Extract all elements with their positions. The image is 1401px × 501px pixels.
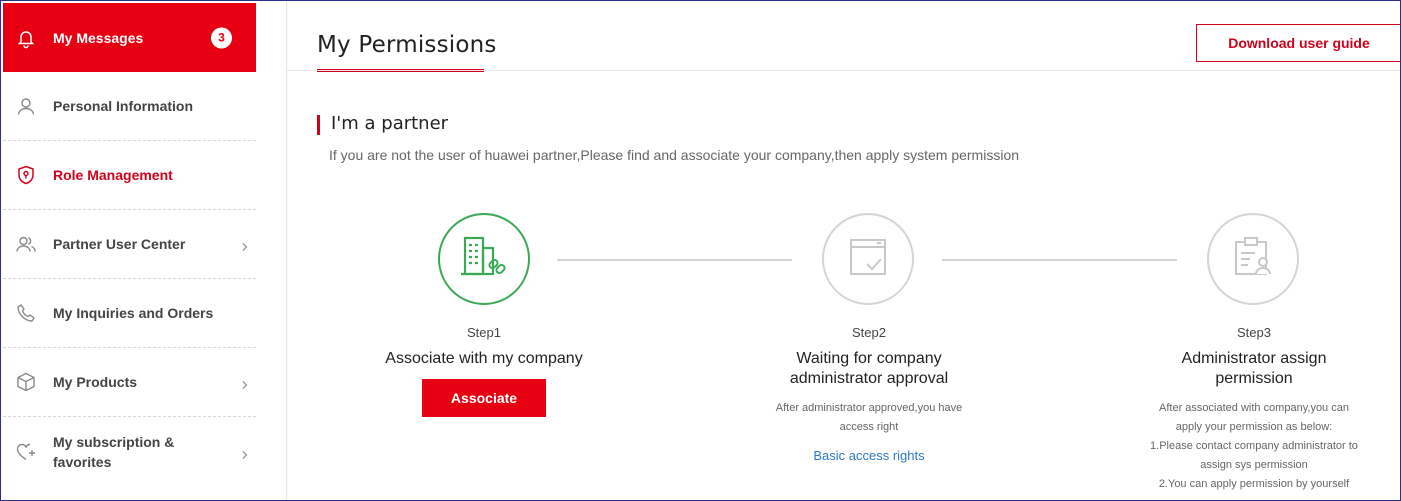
- step1-label: Step1: [467, 325, 501, 340]
- chevron-right-icon: [240, 239, 250, 251]
- step-connector: [557, 259, 792, 261]
- sidebar-item-my-products[interactable]: My Products: [3, 348, 256, 417]
- sidebar-item-label: Role Management: [53, 167, 173, 183]
- step3-note-line: After associated with company,you can: [1159, 402, 1349, 414]
- step2-title-line1: Waiting for company: [796, 350, 942, 367]
- basic-access-rights-link[interactable]: Basic access rights: [769, 448, 969, 463]
- step3-note-line: 2.You can apply permission by yourself: [1158, 478, 1350, 490]
- step2-title-line2: administrator approval: [789, 370, 949, 387]
- building-link-icon: [459, 232, 509, 287]
- app-frame: My Messages 3 Personal Information Role …: [0, 0, 1401, 501]
- clipboard-user-icon: [1228, 232, 1278, 287]
- step3-title-line1: Administrator assign: [1181, 350, 1327, 367]
- step2-note-line1: After administrator approved,you have: [775, 402, 963, 414]
- section-description: If you are not the user of huawei partne…: [329, 147, 1020, 163]
- chevron-right-icon: [240, 447, 250, 459]
- box-icon: [15, 371, 37, 393]
- step-connector: [942, 259, 1177, 261]
- phone-icon: [15, 302, 37, 324]
- header-divider: [287, 70, 1400, 71]
- step3-label: Step3: [1237, 325, 1271, 340]
- step2-note-line2: access right: [839, 421, 899, 433]
- sidebar-item-my-messages[interactable]: My Messages 3: [3, 3, 256, 72]
- sidebar-item-personal-information[interactable]: Personal Information: [3, 72, 256, 141]
- step3-circle: [1207, 213, 1299, 305]
- sidebar-item-label: Personal Information: [53, 98, 194, 114]
- sidebar-divider: [286, 1, 287, 500]
- sidebar-nav: My Messages 3 Personal Information Role …: [3, 3, 256, 500]
- section-accent-bar: [317, 115, 320, 135]
- step3-note-line: 1.Please contact company administrator t…: [1150, 440, 1358, 452]
- step3-title-line2: permission: [1215, 370, 1293, 387]
- step1-title: Associate with my company: [385, 350, 583, 367]
- step3-note-line: apply your permission as below:: [1175, 421, 1333, 433]
- section-title: I'm a partner: [331, 113, 449, 134]
- page-title: My Permissions: [317, 32, 497, 58]
- bell-icon: [15, 27, 37, 49]
- sidebar-item-label: My Inquiries and Orders: [53, 305, 214, 321]
- sidebar-item-label: My Messages: [53, 29, 144, 46]
- sidebar-item-subscription-favorites[interactable]: My subscription & favorites: [3, 417, 256, 487]
- sidebar-item-role-management[interactable]: Role Management: [3, 141, 256, 210]
- step1-circle: [438, 213, 530, 305]
- person-icon: [15, 95, 37, 117]
- sidebar-item-partner-user-center[interactable]: Partner User Center: [3, 210, 256, 279]
- users-icon: [15, 233, 37, 255]
- unread-count-badge: 3: [211, 27, 232, 48]
- window-check-icon: [843, 232, 893, 287]
- download-user-guide-button[interactable]: Download user guide: [1196, 24, 1400, 62]
- step3-note-line: assign sys permission: [1200, 459, 1308, 471]
- sidebar-item-label: My subscription & favorites: [53, 434, 175, 470]
- associate-button[interactable]: Associate: [422, 379, 546, 417]
- shield-icon: [15, 164, 37, 186]
- sidebar-item-inquiries-orders[interactable]: My Inquiries and Orders: [3, 279, 256, 348]
- heart-plus-icon: [15, 441, 37, 463]
- chevron-right-icon: [240, 377, 250, 389]
- step2-circle: [822, 213, 914, 305]
- sidebar-item-label: My Products: [53, 374, 138, 390]
- step2-label: Step2: [852, 325, 886, 340]
- sidebar-item-label: Partner User Center: [53, 236, 186, 252]
